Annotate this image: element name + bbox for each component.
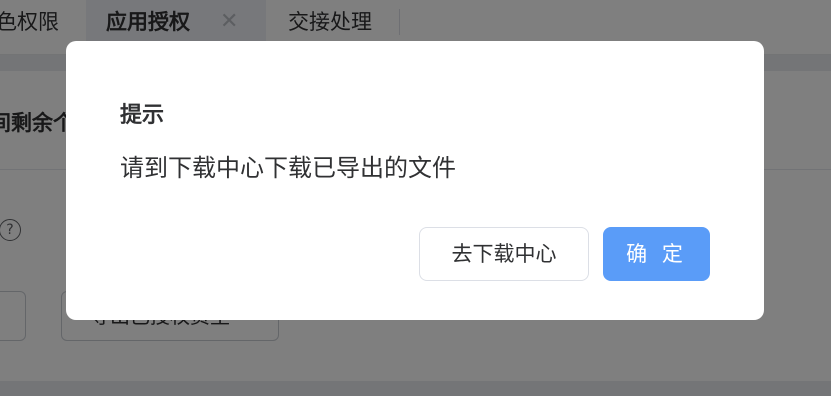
- message-dialog: 提示 请到下载中心下载已导出的文件 去下载中心 确 定: [66, 41, 764, 320]
- dialog-title: 提示: [120, 103, 165, 128]
- confirm-button[interactable]: 确 定: [603, 227, 710, 281]
- modal-overlay: 提示 请到下载中心下载已导出的文件 去下载中心 确 定: [0, 0, 831, 396]
- go-to-download-center-button[interactable]: 去下载中心: [419, 227, 589, 281]
- page: 色权限 应用授权 ✕ 交接处理 间剩余个 ? 导出已授权资里 提示 请到下载中心…: [0, 0, 831, 396]
- dialog-message: 请到下载中心下载已导出的文件: [120, 154, 456, 182]
